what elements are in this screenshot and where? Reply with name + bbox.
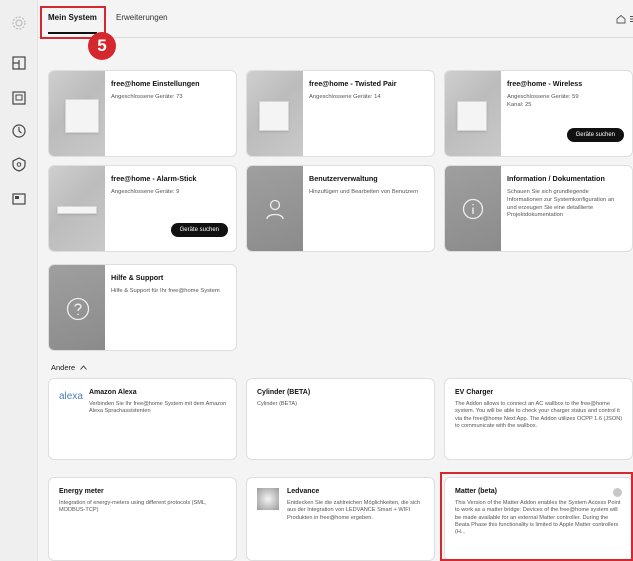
device-image: [49, 166, 105, 251]
floorplan-icon[interactable]: [10, 54, 28, 72]
user-icon: [266, 199, 284, 220]
tile-title: free@home - Wireless: [507, 79, 583, 88]
tile-alarm-stick[interactable]: free@home - Alarm-Stick Angeschlossene G…: [48, 165, 237, 252]
top-bar: Mein System Erweiterungen: [38, 0, 633, 38]
search-devices-button[interactable]: Geräte suchen: [566, 128, 624, 142]
addon-ledvance[interactable]: Ledvance Entdecken Sie die zahlreichen M…: [246, 477, 435, 561]
tile-title: Hilfe & Support: [111, 273, 164, 282]
addon-title: Ledvance: [287, 488, 320, 495]
tile-einstellungen[interactable]: free@home Einstellungen Angeschlossene G…: [48, 70, 237, 157]
panel-icon[interactable]: [10, 89, 28, 107]
search-devices-button[interactable]: Geräte suchen: [170, 223, 228, 237]
tile-subtitle: Hinzufügen und Bearbeiten von Benutzern: [309, 189, 419, 195]
addon-subtitle: Cylinder (BETA): [257, 401, 297, 407]
tile-subtitle: Angeschlossene Geräte: 9: [111, 189, 180, 195]
addon-title: Cylinder (BETA): [257, 389, 311, 396]
home-icon[interactable]: [616, 14, 626, 24]
tile-title: Information / Dokumentation: [507, 174, 605, 183]
tile-hilfe-support[interactable]: Hilfe & Support Hilfe & Support für Ihr …: [48, 264, 237, 351]
tile-twisted-pair[interactable]: free@home - Twisted Pair Angeschlossene …: [246, 70, 435, 157]
help-icon: [66, 297, 90, 321]
addon-subtitle: Integration of energy-meters using diffe…: [59, 500, 207, 514]
addon-amazon-alexa[interactable]: alexa Amazon Alexa Verbinden Sie Ihr fre…: [48, 378, 237, 460]
tile-wireless[interactable]: free@home - Wireless Angeschlossene Gerä…: [444, 70, 633, 157]
addon-title: Matter (beta): [455, 488, 498, 495]
status-indicator: [613, 488, 622, 497]
ledvance-logo: [257, 488, 279, 510]
tile-subtitle: Angeschlossene Geräte: 73: [111, 94, 183, 100]
addon-title: Energy meter: [59, 488, 104, 495]
gear-icon[interactable]: [10, 14, 28, 32]
tile-title: Benutzerverwaltung: [309, 174, 378, 183]
step-badge: 5: [88, 32, 116, 60]
menu-icon[interactable]: [629, 14, 633, 24]
info-icon-panel: [445, 166, 501, 251]
device-image: [49, 71, 105, 156]
tile-title: free@home Einstellungen: [111, 79, 200, 88]
user-icon-panel: [247, 166, 303, 251]
others-section-label: Andere: [51, 363, 76, 372]
addon-title: Amazon Alexa: [89, 389, 137, 396]
addon-matter[interactable]: Matter (beta) This Version of the Matter…: [444, 477, 633, 561]
info-icon: [462, 198, 484, 220]
tile-information[interactable]: Information / Dokumentation Schauen Sie …: [444, 165, 633, 252]
tile-subtitle: Angeschlossene Geräte: 14: [309, 94, 381, 100]
alarm-icon[interactable]: [10, 155, 28, 173]
tile-subtitle: Angeschlossene Geräte: 59: [507, 94, 579, 100]
addon-cylinder[interactable]: Cylinder (BETA) Cylinder (BETA): [246, 378, 435, 460]
tile-subtitle: Hilfe & Support für Ihr free@home System: [111, 288, 220, 294]
addon-subtitle: The Addon allows to connect an AC wallbo…: [455, 401, 623, 429]
addon-subtitle: Verbinden Sie Ihr free@home System mit d…: [89, 401, 227, 415]
tile-subtitle-channel: Kanal: 25: [507, 101, 532, 108]
alexa-logo: alexa: [59, 391, 83, 402]
addon-ev-charger[interactable]: EV Charger The Addon allows to connect a…: [444, 378, 633, 460]
addon-subtitle: This Version of the Matter Addon enables…: [455, 500, 621, 536]
addon-title: EV Charger: [455, 389, 494, 396]
tile-title: free@home - Alarm-Stick: [111, 174, 197, 183]
tile-title: free@home - Twisted Pair: [309, 79, 397, 88]
tile-benutzerverwaltung[interactable]: Benutzerverwaltung Hinzufügen und Bearbe…: [246, 165, 435, 252]
device-image: [247, 71, 303, 156]
device-image: [445, 71, 501, 156]
help-icon-panel: [49, 265, 105, 350]
chevron-up-icon: [80, 365, 88, 370]
timer-icon[interactable]: [10, 122, 28, 140]
tile-subtitle: Schauen Sie sich grundlegende Informatio…: [507, 189, 615, 219]
sidebar: [0, 0, 38, 561]
addon-energy-meter[interactable]: Energy meter Integration of energy-meter…: [48, 477, 237, 561]
others-section-toggle[interactable]: Andere: [51, 363, 88, 372]
addon-subtitle: Entdecken Sie die zahlreichen Möglichkei…: [287, 500, 421, 521]
screen-icon[interactable]: [10, 190, 28, 208]
tab-erweiterungen[interactable]: Erweiterungen: [116, 13, 168, 22]
